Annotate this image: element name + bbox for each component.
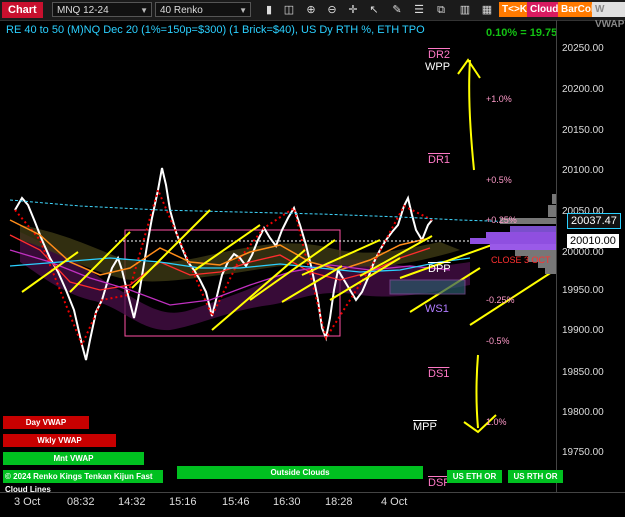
outside-clouds-button[interactable]: Outside Clouds [177,466,423,479]
price-tick: 20100.00 [562,165,604,176]
price-tick: 19950.00 [562,285,604,296]
time-tick: 08:32 [67,496,95,508]
cloud-lines-button[interactable]: © 2024 Renko Kings Tenkan Kijun Fast Clo… [3,470,163,494]
day-vwap-button[interactable]: Day VWAP [3,416,89,429]
pct-level: +0.5% [486,175,512,185]
price-tick: 19900.00 [562,325,604,336]
time-tick: 4 Oct [381,496,408,508]
pct-level: +1.0% [486,94,512,104]
us-eth-or-button[interactable]: US ETH OR [447,470,502,483]
tick-value-label: 0.10% = 19.75 [486,27,558,39]
price-tick: 20000.00 [562,247,604,258]
dr1-label: DR1 [428,154,451,166]
pct-level: 1.0% [486,417,507,427]
weekly-vwap-line [9,199,521,223]
time-tick: 16:30 [273,496,301,508]
close-label: CLOSE 3 OCT [491,255,551,265]
price-tick: 19800.00 [562,407,604,418]
price-tick: 19750.00 [562,447,604,458]
ws1-zone [389,279,466,295]
time-tick: 14:32 [118,496,146,508]
time-tick: 3 Oct [14,496,41,508]
price-tick: 20200.00 [562,84,604,95]
vwap-price-tag: 20037.47 [567,213,621,229]
dpp-label: DPP [428,263,451,275]
mpp-label: MPP [413,421,437,433]
ws1-label: WS1 [425,303,449,315]
pct-level: -0.25% [486,295,515,305]
time-tick: 15:16 [169,496,197,508]
price-tick: 20250.00 [562,43,604,54]
ds1-label: DS1 [428,368,450,380]
us-rth-or-button[interactable]: US RTH OR [508,470,563,483]
wkly-vwap-button[interactable]: Wkly VWAP [3,434,116,447]
time-tick: 15:46 [222,496,250,508]
chart-title: RE 40 to 50 (M)NQ Dec 20 (1%=150p=$300) … [6,24,425,36]
wpp-label: WPP [425,61,451,73]
price-tick: 20150.00 [562,125,604,136]
dr2-label: DR2 [428,49,451,61]
price-tick: 19850.00 [562,367,604,378]
pct-level: +0.25% [486,215,517,225]
time-tick: 18:28 [325,496,353,508]
last-price-tag: 20010.00 [567,234,619,248]
pct-level: -0.5% [486,336,510,346]
mnt-vwap-button[interactable]: Mnt VWAP [3,452,144,465]
